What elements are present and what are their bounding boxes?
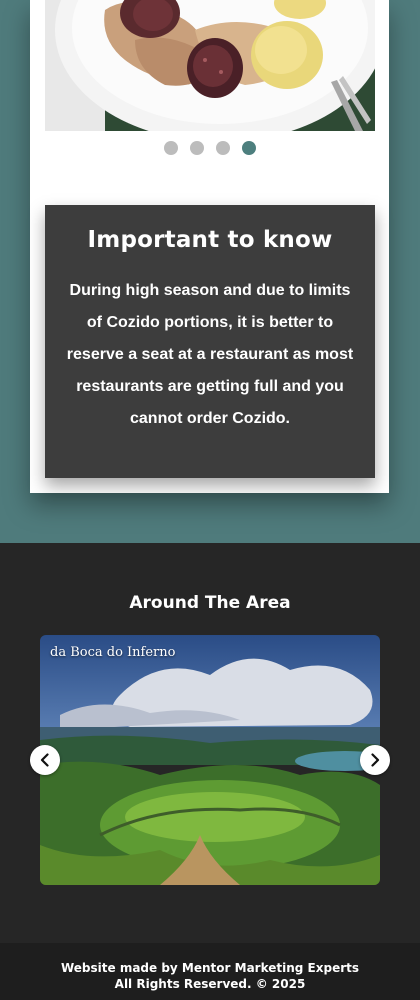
around-the-area-section: Around The Area da Boca do Inferno [0,543,420,943]
cozido-photo [45,0,375,131]
slide-caption: da Boca do Inferno [50,645,176,660]
around-title: Around The Area [129,593,291,613]
footer-copyright: All Rights Reserved. © 2025 [114,977,306,991]
important-box: Important to know During high season and… [45,205,375,478]
top-section: Important to know During high season and… [0,0,420,543]
gallery-dot-4[interactable] [241,141,256,155]
footer-credit: Website made by Mentor Marketing Experts [60,961,360,975]
gallery-dot-2[interactable] [189,141,204,155]
chevron-left-icon [40,753,49,767]
area-slide[interactable]: da Boca do Inferno [40,635,380,885]
gallery-dot-3[interactable] [215,141,230,155]
carousel-prev-button[interactable] [30,745,60,775]
important-text: During high season and due to limits of … [66,282,354,427]
footer: Website made by Mentor Marketing Experts… [0,943,420,1000]
important-title: Important to know [87,227,333,253]
gallery-dot-1[interactable] [163,141,178,155]
chevron-right-icon [371,753,380,767]
carousel-next-button[interactable] [360,745,390,775]
gallery-dots [30,141,389,155]
content-card: Important to know During high season and… [30,0,389,493]
